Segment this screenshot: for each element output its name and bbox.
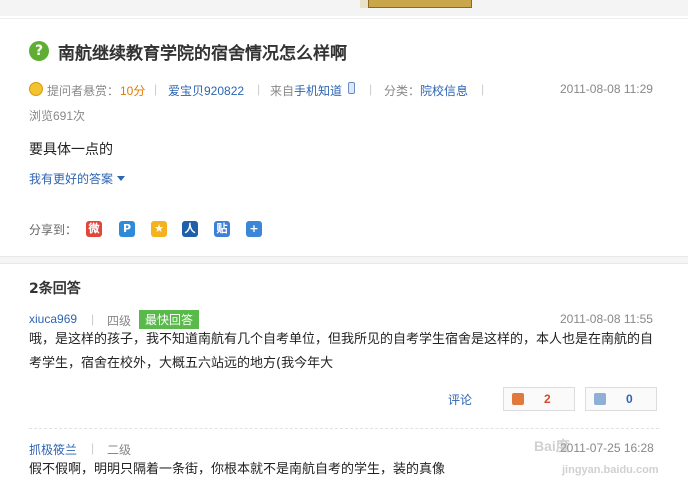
- question-title: 南航继续教育学院的宿舍情况怎么样啊: [58, 44, 347, 64]
- bounty-value: 10分: [120, 84, 146, 98]
- answer-user-link[interactable]: xiuca969: [29, 312, 77, 326]
- fastest-answer-badge: 最快回答: [139, 310, 200, 329]
- answer-time: 2011-08-08 11:55: [560, 312, 653, 326]
- answer-level: 二级: [107, 443, 132, 457]
- source-link[interactable]: 手机知道: [294, 82, 342, 99]
- coin-icon: [29, 82, 43, 96]
- downvote-count: 0: [626, 392, 633, 406]
- renren-share-icon[interactable]: 人: [182, 221, 198, 237]
- source-prefix: 来自: [270, 84, 295, 98]
- separator: |: [91, 312, 95, 326]
- upvote-button[interactable]: 2: [503, 387, 575, 411]
- thumbs-down-icon: [594, 393, 606, 405]
- more-share-icon[interactable]: +: [246, 221, 262, 237]
- top-strip: [0, 0, 688, 16]
- question-meta: 提问者悬赏： 10分 | 爱宝贝920822 | 来自 手机知道 | 分类： 院…: [29, 82, 661, 100]
- answer-divider: [29, 428, 659, 429]
- separator: |: [257, 82, 261, 96]
- answers-card: 2条回答 xiuca969 | 四级 最快回答 2011-08-08 11:55…: [0, 264, 688, 496]
- thumbs-up-icon: [512, 393, 524, 405]
- weibo-share-icon[interactable]: 微: [86, 221, 102, 237]
- better-answer-button[interactable]: 我有更好的答案: [29, 170, 126, 187]
- banner-image[interactable]: [368, 0, 472, 8]
- answer-user-link[interactable]: 抓极筱兰: [29, 441, 77, 458]
- watermark-text: jingyan.baidu.com: [562, 464, 659, 476]
- better-answer-label: 我有更好的答案: [29, 172, 114, 186]
- asker-link[interactable]: 爱宝贝920822: [168, 82, 244, 99]
- comment-link[interactable]: 评论: [448, 391, 472, 408]
- separator: |: [154, 82, 158, 96]
- view-count: 浏览691次: [29, 109, 86, 123]
- qzone-share-icon[interactable]: P: [119, 221, 135, 237]
- question-card: ? 南航继续教育学院的宿舍情况怎么样啊 提问者悬赏： 10分 | 爱宝贝9208…: [0, 18, 688, 258]
- share-label: 分享到：: [29, 223, 78, 237]
- downvote-button[interactable]: 0: [585, 387, 657, 411]
- question-icon: ?: [29, 41, 49, 61]
- category-prefix: 分类：: [384, 84, 421, 98]
- separator: |: [481, 82, 485, 96]
- answer-time: 2011-07-25 16:28: [560, 441, 654, 455]
- section-gap: [0, 256, 688, 264]
- category-link[interactable]: 院校信息: [420, 82, 468, 99]
- star-share-icon[interactable]: ★: [151, 221, 167, 237]
- answer-level: 四级: [107, 314, 132, 328]
- question-time: 2011-08-08 11:29: [560, 82, 653, 96]
- answer-count: 2条回答: [29, 281, 81, 297]
- question-body: 要具体一点的: [29, 142, 113, 158]
- upvote-count: 2: [544, 392, 551, 406]
- separator: |: [91, 441, 95, 455]
- bounty-label: 提问者悬赏：: [47, 84, 120, 98]
- separator: |: [369, 82, 373, 96]
- answer-text: 哦，是这样的孩子，我不知道南航有几个自考单位，但我所见的自考学生宿舍是这样的，本…: [29, 332, 654, 371]
- tieba-share-icon[interactable]: 贴: [214, 221, 230, 237]
- caret-down-icon: [117, 176, 126, 181]
- watermark-logo: Bai度: [534, 438, 570, 454]
